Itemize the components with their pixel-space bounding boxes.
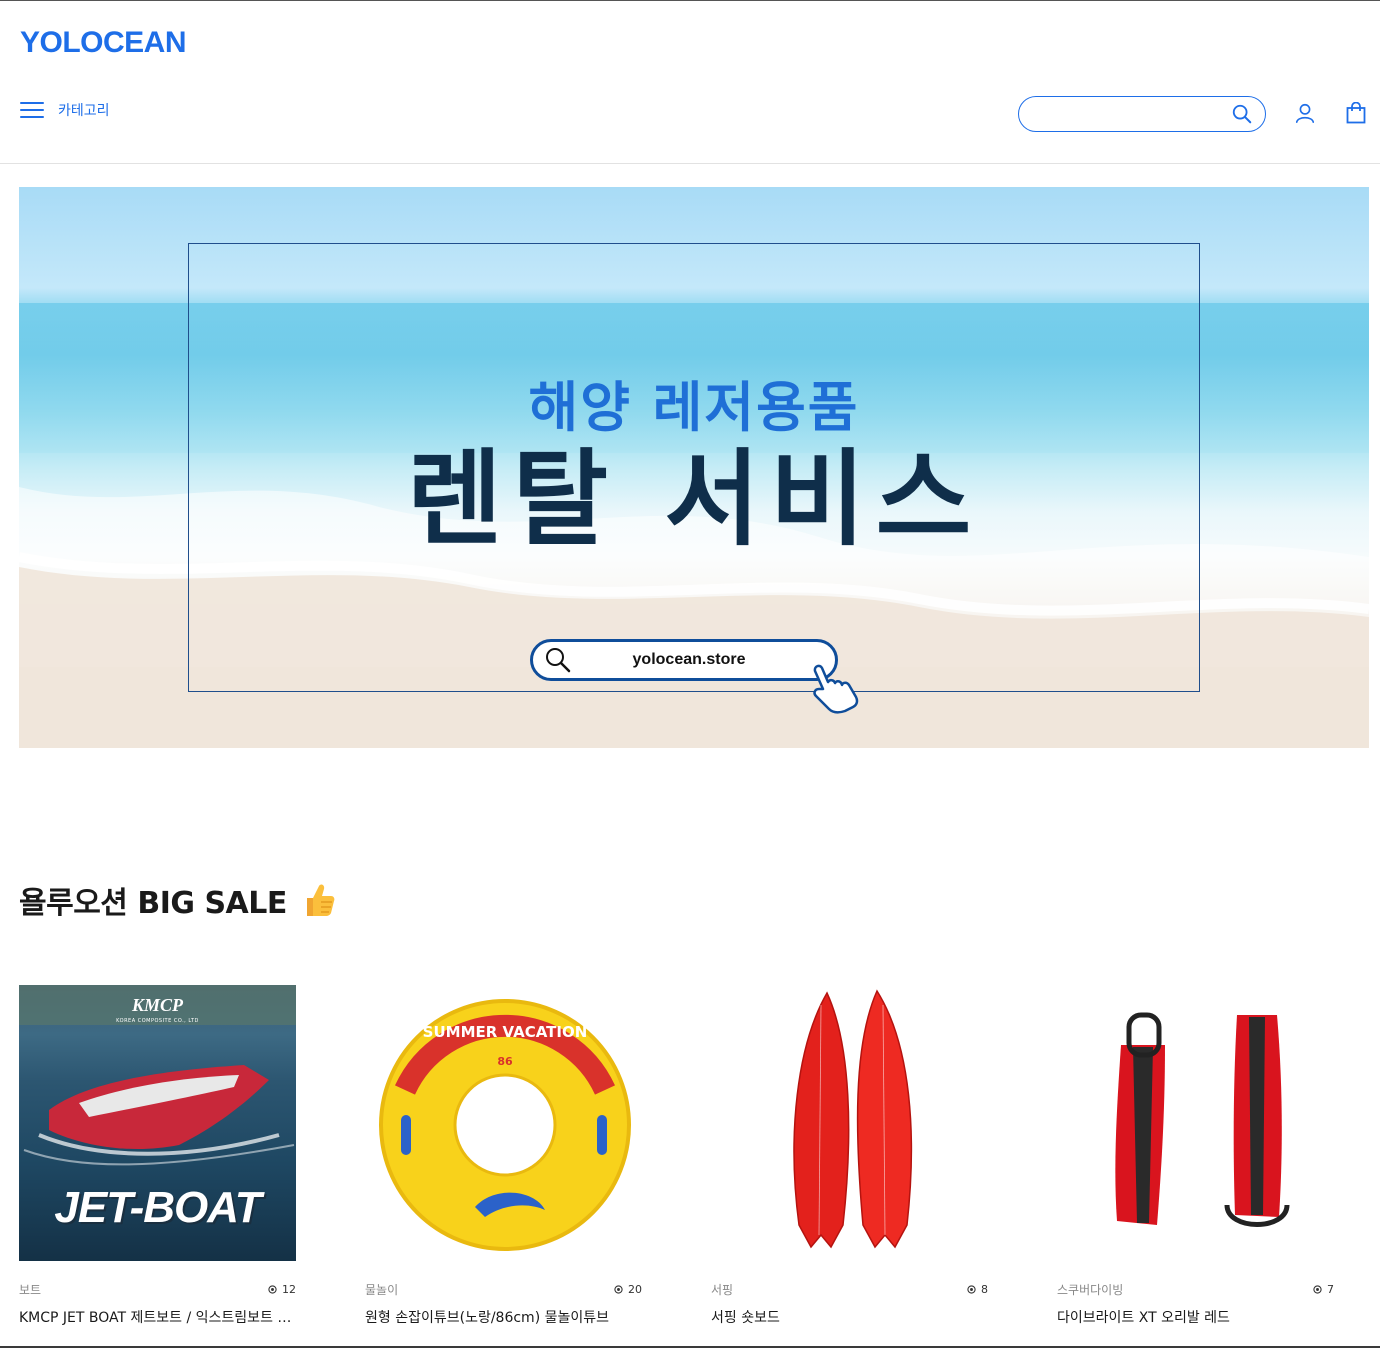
product-category: 스쿠버다이빙 [1057, 1282, 1124, 1297]
product-views: 7 [1313, 1283, 1334, 1296]
shopping-bag-icon[interactable] [1346, 102, 1366, 124]
eye-icon [268, 1284, 277, 1294]
top-rule [0, 0, 1380, 1]
product-card-dive-fins[interactable]: 스쿠버다이빙 7 다이브라이트 XT 오리발 레드 [1057, 985, 1334, 1330]
site-logo[interactable]: YOLOCEAN [20, 26, 187, 60]
product-card-swim-ring[interactable]: SUMMER VACATION 86 물놀이 20 원형 손잡이튜브(노랑/86… [365, 985, 642, 1330]
product-grid: KMCP KOREA COMPOSITE CO., LTD JET-BOAT 보… [19, 985, 1369, 1335]
product-view-count: 8 [981, 1282, 988, 1296]
product-image-title: JET-BOAT [54, 1183, 261, 1232]
category-label: 카테고리 [58, 103, 110, 119]
search-box [1018, 96, 1266, 132]
eye-icon [967, 1284, 976, 1294]
category-menu-button[interactable]: 카테고리 [20, 98, 110, 122]
search-input[interactable] [1035, 99, 1231, 129]
product-meta: 서핑 8 [711, 1281, 988, 1297]
dive-fins-photo [1115, 1012, 1290, 1227]
product-category: 보트 [19, 1282, 42, 1297]
hero-banner[interactable]: 해양 레저용품 렌탈 서비스 yolocean.store [19, 187, 1369, 748]
product-view-count: 7 [1327, 1282, 1334, 1296]
product-image [1057, 985, 1334, 1261]
product-image-brand: KMCP [131, 995, 183, 1015]
hamburger-icon [20, 101, 44, 119]
header-divider [0, 163, 1380, 164]
product-image: SUMMER VACATION 86 [365, 985, 642, 1261]
product-views: 12 [268, 1283, 296, 1296]
banner-url-search-bar: yolocean.store [530, 639, 838, 681]
user-icon[interactable] [1294, 102, 1316, 124]
search-icon[interactable] [1231, 103, 1253, 125]
swim-ring-text: SUMMER VACATION [423, 1023, 588, 1041]
product-views: 8 [967, 1283, 988, 1296]
product-name[interactable]: 다이브라이트 XT 오리발 레드 [1057, 1307, 1334, 1327]
product-category: 서핑 [711, 1282, 734, 1297]
product-views: 20 [614, 1283, 642, 1296]
product-meta: 스쿠버다이빙 7 [1057, 1281, 1334, 1297]
swim-ring-photo: SUMMER VACATION 86 [379, 999, 631, 1251]
pointing-hand-icon [813, 664, 859, 714]
section-title: 욜루오션 BIG SALE [19, 878, 335, 922]
product-view-count: 12 [282, 1282, 296, 1296]
product-meta: 물놀이 20 [365, 1281, 642, 1297]
product-card-surfboard[interactable]: 서핑 8 서핑 숏보드 [711, 985, 988, 1330]
eye-icon [1313, 1284, 1322, 1294]
eye-icon [614, 1284, 623, 1294]
product-image: KMCP KOREA COMPOSITE CO., LTD JET-BOAT [19, 985, 296, 1261]
product-meta: 보트 12 [19, 1281, 296, 1297]
product-name[interactable]: 원형 손잡이튜브(노랑/86cm) 물놀이튜브 [365, 1307, 642, 1327]
product-name[interactable]: 서핑 숏보드 [711, 1307, 988, 1327]
banner-url-text: yolocean.store [632, 651, 746, 668]
product-view-count: 20 [628, 1282, 642, 1296]
product-card-jet-boat[interactable]: KMCP KOREA COMPOSITE CO., LTD JET-BOAT 보… [19, 985, 296, 1330]
banner-subtitle: 해양 레저용품 [528, 376, 860, 439]
product-image [711, 985, 988, 1261]
product-name[interactable]: KMCP JET BOAT 제트보트 / 익스트림보트 / 레저보트 [19, 1307, 296, 1327]
banner-title: 렌탈 서비스 [406, 438, 982, 560]
product-image-company: KOREA COMPOSITE CO., LTD [116, 1018, 199, 1024]
search-icon [546, 648, 571, 673]
thumbs-up-icon [306, 884, 335, 916]
surfboard-photo [793, 989, 913, 1249]
product-category: 물놀이 [365, 1282, 399, 1297]
swim-ring-size: 86 [497, 1055, 513, 1068]
section-title-text: 욜루오션 BIG SALE [19, 886, 287, 921]
